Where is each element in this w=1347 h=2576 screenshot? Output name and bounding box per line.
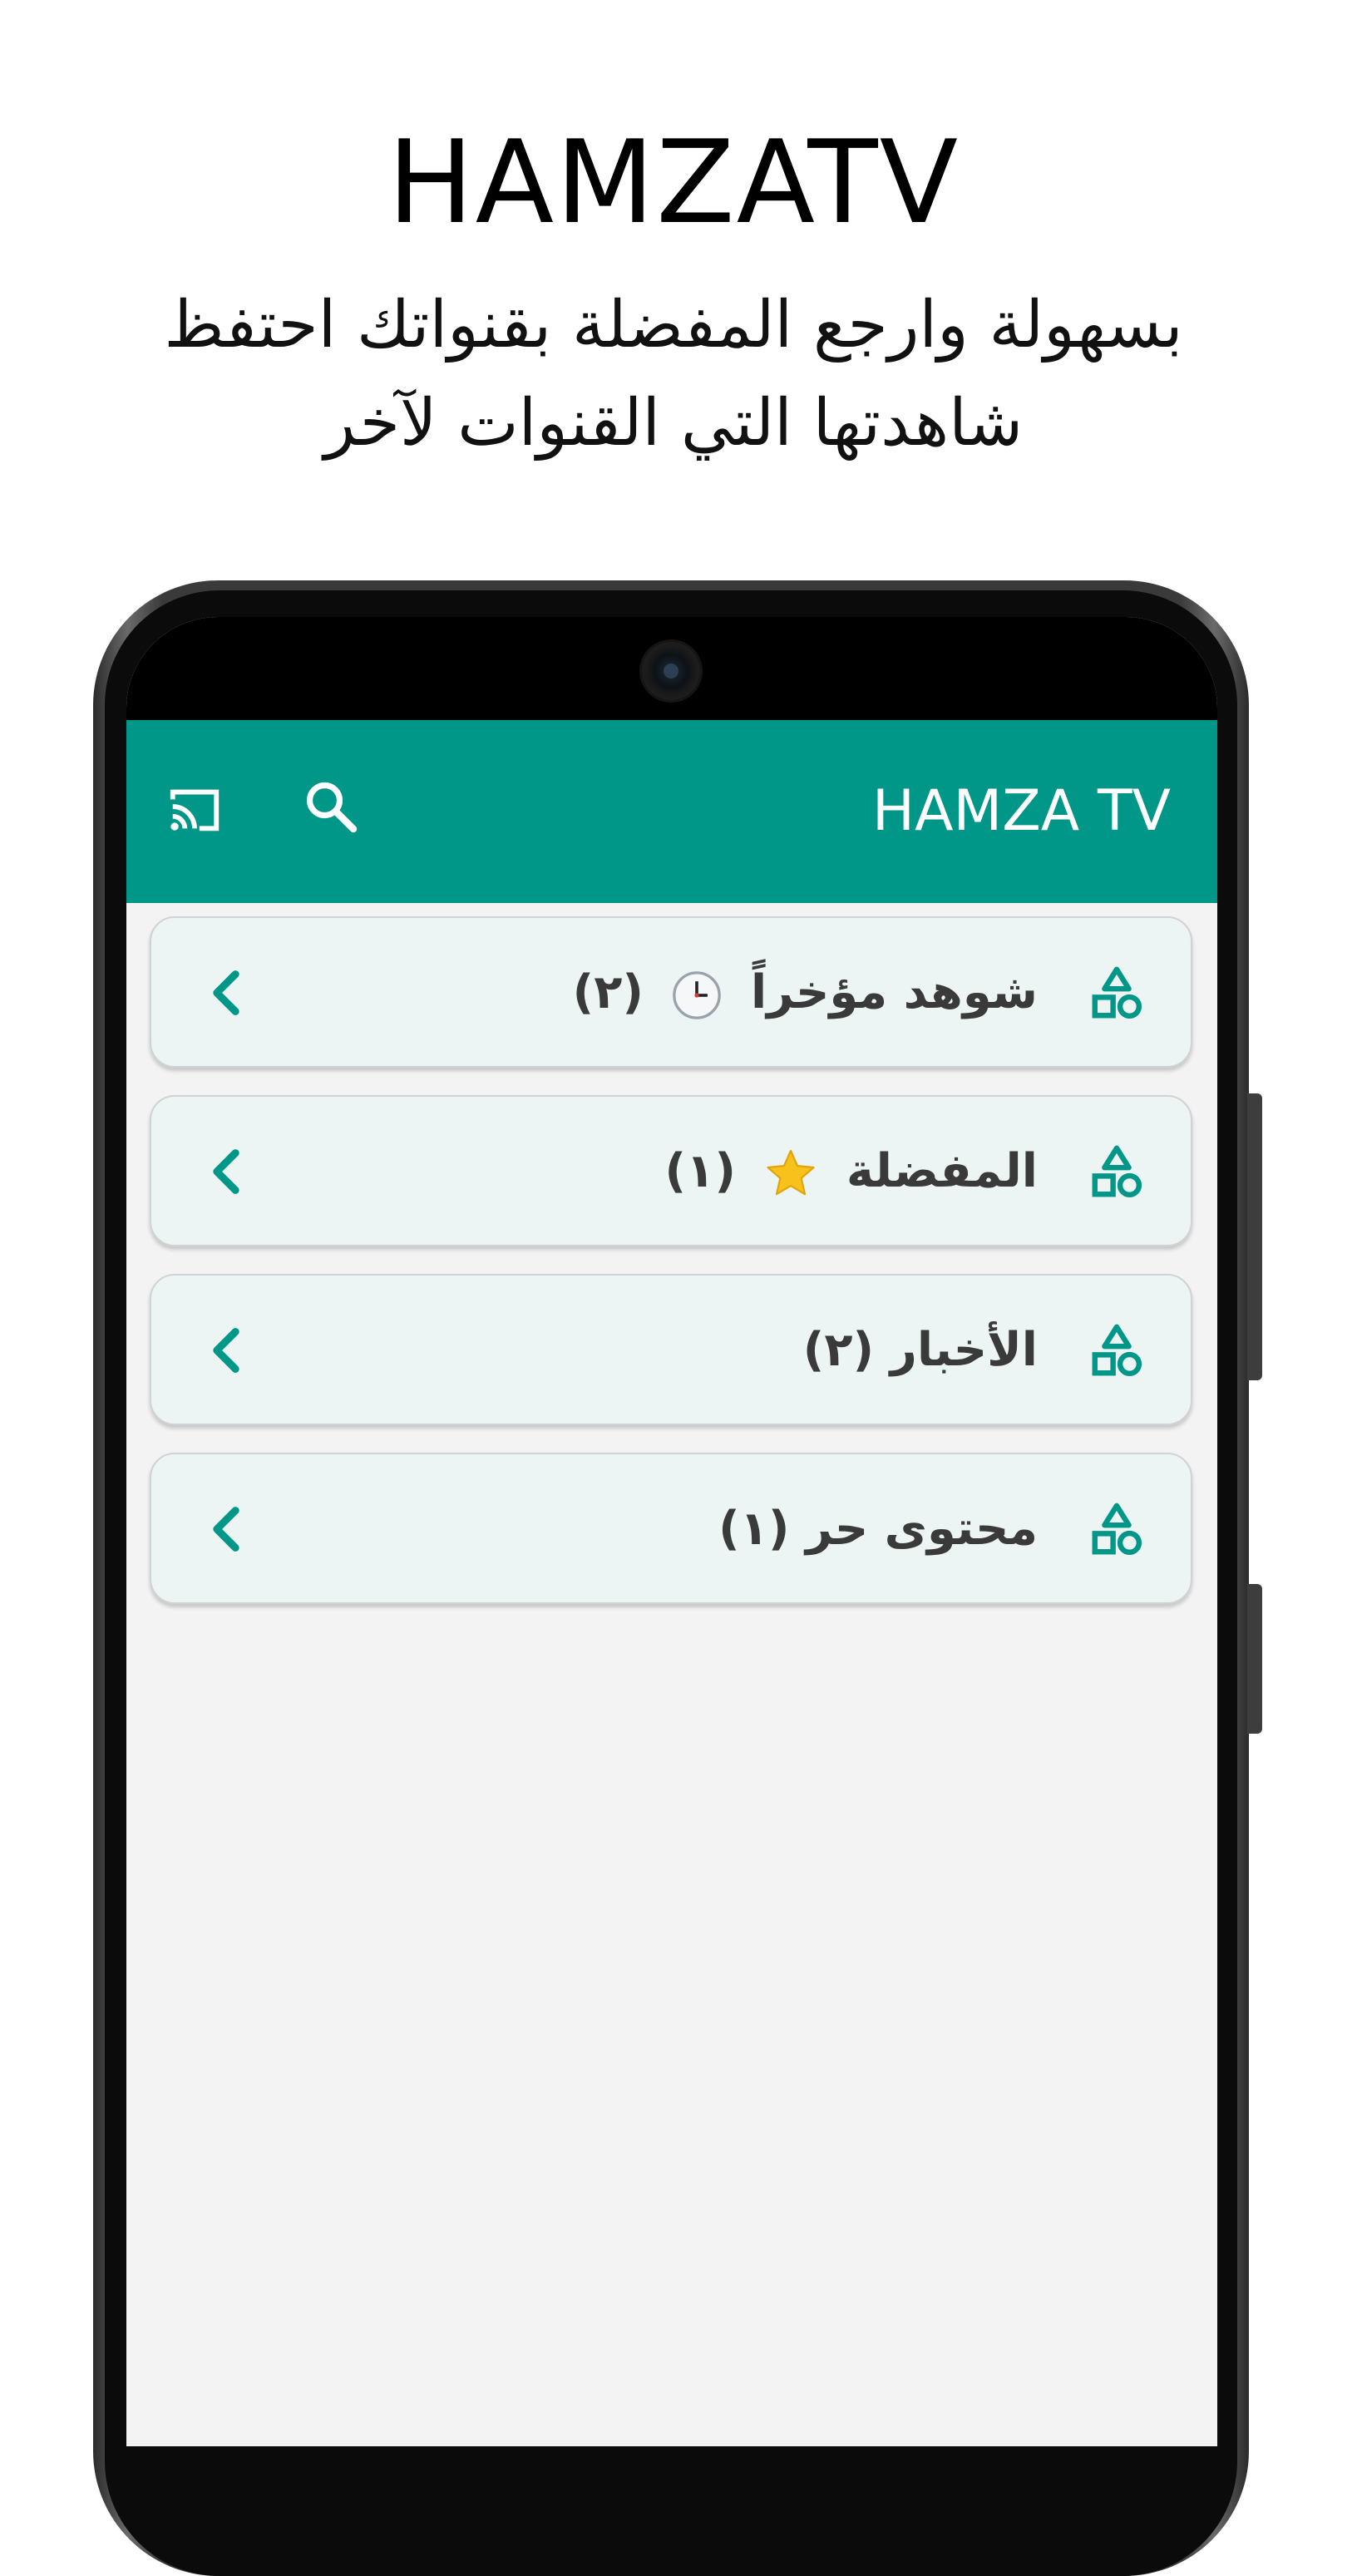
- category-row-free-content[interactable]: محتوى حر (١): [150, 1453, 1192, 1604]
- app-title: HAMZA TV: [871, 778, 1171, 844]
- chevron-left-icon: [213, 1507, 239, 1552]
- clock-icon: [673, 971, 722, 1019]
- category-shapes-icon: [1092, 1324, 1142, 1377]
- chevron-left-icon: [213, 1149, 239, 1194]
- category-name: المفضلة: [846, 1144, 1038, 1198]
- star-icon: [767, 1149, 816, 1196]
- category-label: محتوى حر (١): [718, 1498, 1038, 1561]
- promo-title: HAMZATV: [387, 116, 960, 249]
- category-row-recently-watched[interactable]: شوهد مؤخراً (٢): [150, 916, 1192, 1068]
- chevron-left-icon: [213, 1328, 239, 1373]
- category-shapes-icon: [1092, 966, 1142, 1019]
- category-shapes-icon: [1092, 1145, 1142, 1198]
- category-count: (٢): [802, 1323, 875, 1377]
- category-count: (٢): [572, 965, 644, 1019]
- promo-subtitle-line-1: بسهولة وارجع المفضلة بقنواتك احتفظ: [164, 288, 1183, 363]
- search-icon[interactable]: [301, 777, 361, 836]
- phone-volume-button: [1247, 1093, 1262, 1380]
- category-label: شوهد مؤخراً (٢): [573, 961, 1038, 1024]
- chevron-left-icon: [213, 970, 239, 1015]
- status-bar: [126, 617, 1217, 720]
- promo-subtitle-line-2: شاهدتها التي القنوات لآخر: [323, 386, 1024, 461]
- promo-subtitle: بسهولة وارجع المفضلة بقنواتك احتفظ شاهدت…: [133, 276, 1214, 472]
- category-label: المفضلة (١): [665, 1140, 1038, 1203]
- category-row-favorites[interactable]: المفضلة (١): [150, 1095, 1192, 1246]
- category-label: الأخبار (٢): [803, 1319, 1038, 1382]
- category-row-news[interactable]: الأخبار (٢): [150, 1274, 1192, 1425]
- category-name: شوهد مؤخراً: [750, 965, 1038, 1019]
- app-bar: HAMZA TV: [126, 720, 1217, 903]
- phone-screen: HAMZA TV شوهد مؤخراً (٢) المفضلة (١) الأ…: [126, 617, 1217, 2446]
- front-camera-icon: [642, 642, 700, 700]
- category-count: (١): [718, 1502, 790, 1556]
- category-shapes-icon: [1092, 1503, 1142, 1556]
- category-name: الأخبار: [890, 1323, 1038, 1377]
- category-count: (١): [664, 1144, 736, 1198]
- category-name: محتوى حر: [805, 1502, 1038, 1556]
- phone-power-button: [1247, 1584, 1262, 1734]
- cast-icon[interactable]: [161, 780, 228, 838]
